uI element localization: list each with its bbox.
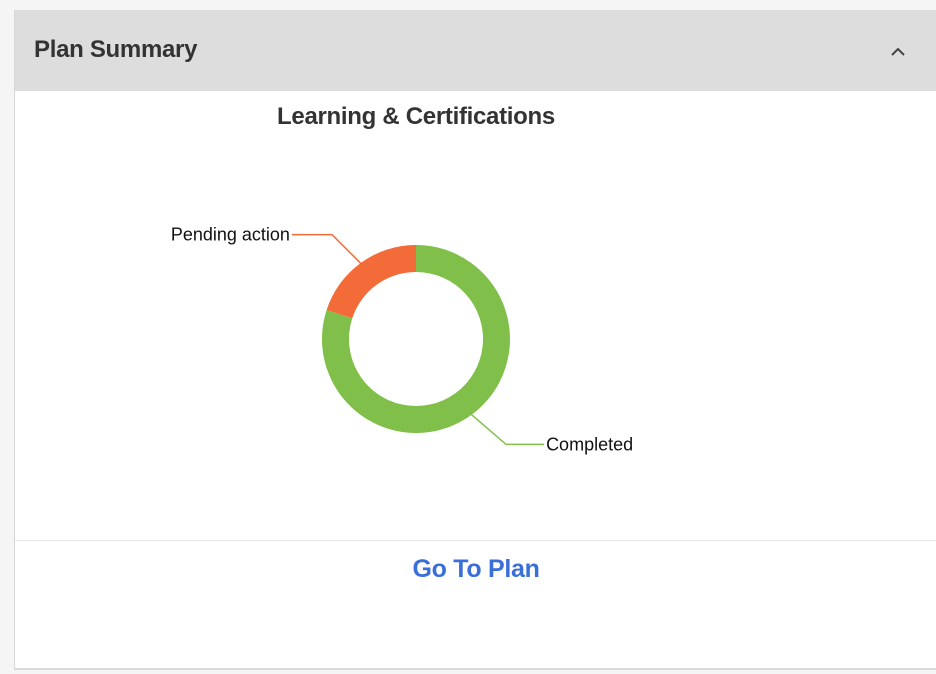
donut-slice-pending-action[interactable] — [326, 245, 416, 319]
go-to-plan-link[interactable]: Go To Plan — [15, 555, 936, 584]
card-header[interactable]: Plan Summary — [15, 10, 936, 91]
plan-summary-card: Plan Summary Learning & Certifications C… — [14, 10, 936, 670]
chevron-up-icon — [891, 47, 905, 56]
slice-label-completed: Completed — [546, 434, 633, 454]
leader-line-pending-action — [291, 233, 363, 266]
leader-line-completed — [469, 412, 545, 446]
collapse-button[interactable] — [880, 34, 916, 70]
slice-label-pending-action: Pending action — [171, 225, 290, 245]
card-footer: Go To Plan — [15, 540, 936, 668]
card-title: Plan Summary — [34, 36, 198, 63]
donut-chart: Completed Pending action — [171, 225, 633, 455]
chart-area: Learning & Certifications Completed Pendi… — [15, 91, 936, 540]
